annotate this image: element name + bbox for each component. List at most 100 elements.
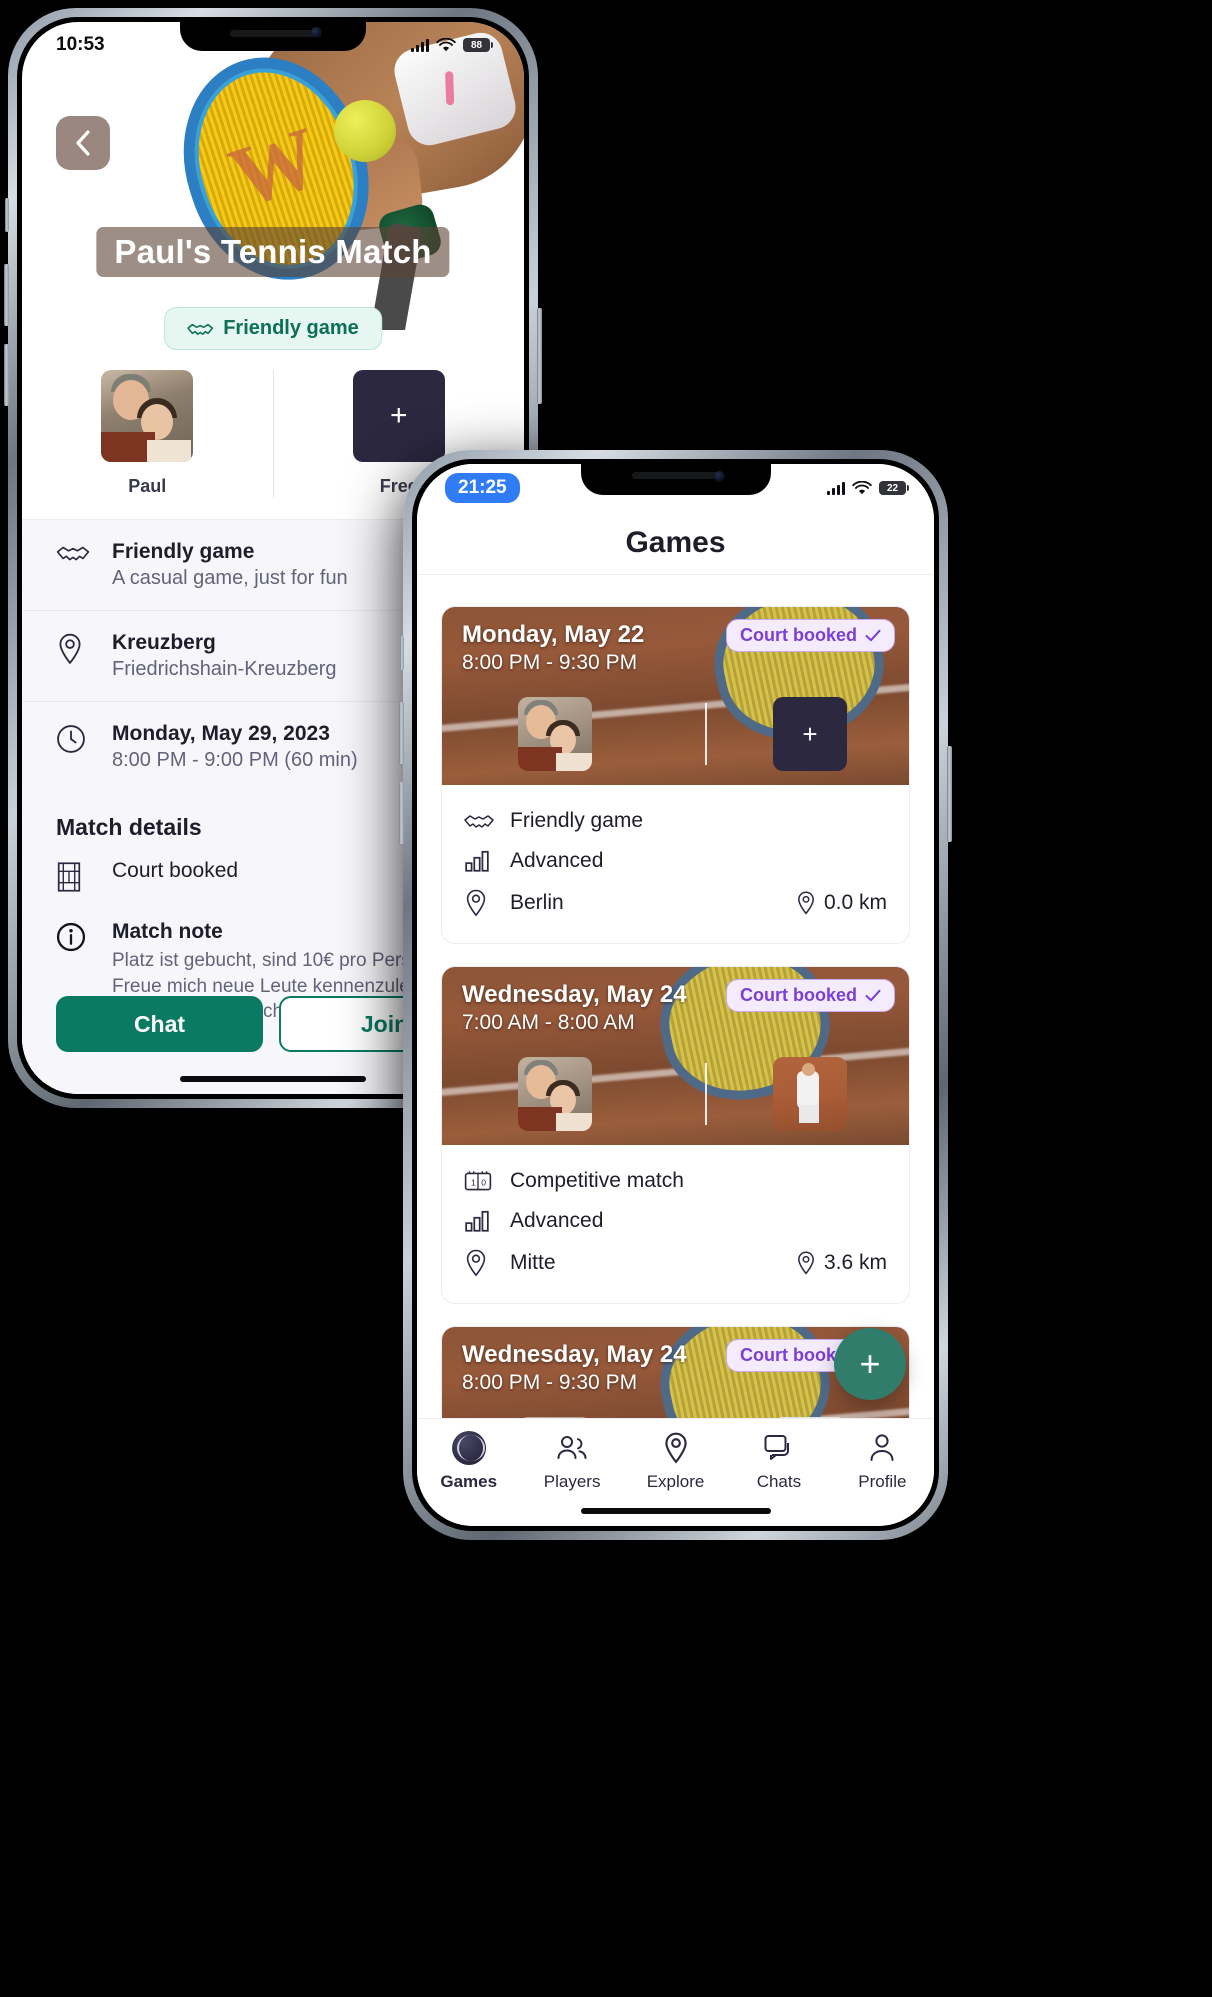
- tab-games[interactable]: Games: [417, 1419, 520, 1504]
- distance-value: 0.0 km: [823, 891, 887, 914]
- meta-location: Berlin 0.0 km: [464, 881, 887, 925]
- game-card-slots: +: [442, 693, 909, 775]
- status-time-pill: 21:25: [445, 473, 520, 503]
- meta-label: Berlin: [510, 891, 564, 914]
- chat-button[interactable]: Chat: [56, 996, 263, 1052]
- avatar: [518, 697, 592, 771]
- svg-text:0: 0: [481, 1177, 486, 1187]
- wifi-icon: [852, 480, 872, 494]
- game-card-body: 1 0 Competitive match Advanced Mitte 3.6…: [442, 1145, 909, 1303]
- clock-icon: [56, 722, 90, 759]
- info-circle-icon: [56, 920, 90, 957]
- info-subtitle: Friedrichshain-Kreuzberg: [112, 658, 337, 680]
- power-button[interactable]: [947, 746, 952, 842]
- court-booked-label: Court booked: [112, 859, 239, 882]
- status-bar-right: 21:25 22: [417, 464, 934, 512]
- tennis-ball: [334, 100, 396, 162]
- game-time: 8:00 PM - 9:30 PM: [462, 1371, 638, 1394]
- game-card[interactable]: Wednesday, May 24 7:00 AM - 8:00 AM Cour…: [441, 966, 910, 1304]
- cellular-bars-icon: [827, 481, 845, 495]
- avatar: [518, 1057, 592, 1131]
- phone-right-games-list: 21:25 22 Games Monday, May 22 8:00 PM - …: [399, 450, 952, 1540]
- volume-up-button[interactable]: [4, 264, 9, 326]
- distance: 0.0 km: [796, 891, 887, 915]
- meta-label: Advanced: [510, 1209, 604, 1232]
- check-icon: [865, 629, 881, 642]
- match-hero-image: W: [22, 22, 524, 344]
- scoreboard-icon: 1 0: [464, 1170, 494, 1192]
- page-title: Paul's Tennis Match: [96, 227, 450, 277]
- game-type-chip[interactable]: Friendly game: [164, 307, 382, 350]
- mute-switch[interactable]: [5, 198, 9, 232]
- meta-label: Competitive match: [510, 1169, 684, 1192]
- home-indicator[interactable]: [580, 1508, 771, 1514]
- person-icon: [865, 1431, 899, 1465]
- badge-label: Court booked: [740, 625, 857, 645]
- map-pin-icon: [798, 891, 814, 915]
- map-pin-icon: [659, 1431, 693, 1465]
- plus-icon: +: [352, 370, 445, 462]
- battery-indicator: 88: [463, 38, 493, 52]
- check-icon: [865, 989, 881, 1002]
- back-button[interactable]: [56, 116, 110, 170]
- map-pin-icon: [798, 1251, 814, 1275]
- handshake-icon: [187, 323, 214, 335]
- game-card-image: Wednesday, May 24 7:00 AM - 8:00 AM Cour…: [442, 967, 909, 1145]
- tennis-ball-icon: [451, 1431, 486, 1465]
- meta-label: Friendly game: [510, 809, 644, 832]
- tab-chats[interactable]: Chats: [727, 1419, 830, 1504]
- info-subtitle: A casual game, just for fun: [112, 567, 348, 589]
- power-button[interactable]: [537, 308, 542, 404]
- home-indicator[interactable]: [180, 1076, 366, 1082]
- volume-up-button[interactable]: [399, 702, 404, 764]
- games-list[interactable]: Monday, May 22 8:00 PM - 9:30 PM Court b…: [417, 592, 934, 1418]
- map-pin-icon: [464, 889, 494, 917]
- screenshot-stage: W 10:53 88 Paul's Tennis Match Friendly …: [0, 0, 1212, 1997]
- svg-text:1: 1: [471, 1177, 476, 1187]
- wifi-icon: [436, 37, 456, 51]
- handshake-icon: [464, 811, 494, 831]
- battery-indicator: 22: [879, 481, 909, 495]
- empty-slot-plus-icon[interactable]: +: [773, 697, 847, 771]
- volume-down-button[interactable]: [399, 782, 404, 844]
- chip-label: Friendly game: [223, 317, 359, 339]
- tab-explore[interactable]: Explore: [624, 1419, 727, 1504]
- phone-right-screen: 21:25 22 Games Monday, May 22 8:00 PM - …: [417, 464, 934, 1526]
- badge-label: Court booked: [740, 985, 857, 1005]
- info-title: Monday, May 29, 2023: [112, 722, 330, 745]
- game-card-body: Friendly game Advanced Berlin 0.0 km: [442, 785, 909, 943]
- bar-chart-icon: [464, 850, 494, 872]
- avatar: [101, 370, 194, 462]
- player-name: Paul: [128, 476, 167, 496]
- map-pin-icon: [464, 1249, 494, 1277]
- plus-icon: +: [859, 1343, 881, 1384]
- mute-switch[interactable]: [400, 636, 404, 670]
- cellular-bars-icon: [411, 38, 429, 52]
- meta-game-type: Friendly game: [464, 801, 887, 841]
- game-time: 8:00 PM - 9:30 PM: [462, 651, 638, 674]
- status-badge: Court booked: [726, 619, 895, 652]
- volume-down-button[interactable]: [4, 344, 9, 406]
- status-bar-left: 10:53 88: [22, 22, 524, 68]
- handshake-icon: [56, 540, 90, 569]
- game-date: Wednesday, May 24: [462, 981, 687, 1008]
- info-title: Friendly game: [112, 540, 255, 563]
- info-title: Kreuzberg: [112, 631, 216, 654]
- status-time: 10:53: [56, 34, 105, 55]
- slot-divider: [705, 1063, 707, 1125]
- distance: 3.6 km: [796, 1251, 887, 1275]
- game-card[interactable]: Monday, May 22 8:00 PM - 9:30 PM Court b…: [441, 606, 910, 944]
- phone-right-bezel: 21:25 22 Games Monday, May 22 8:00 PM - …: [412, 459, 939, 1531]
- game-date: Wednesday, May 24: [462, 1341, 687, 1368]
- create-game-fab[interactable]: +: [834, 1328, 906, 1400]
- game-card-slots: [442, 1053, 909, 1135]
- tab-profile[interactable]: Profile: [831, 1419, 934, 1504]
- player-slot-paul[interactable]: Paul: [22, 370, 273, 497]
- avatar: [773, 1057, 847, 1131]
- map-pin-icon: [56, 631, 90, 670]
- chat-bubbles-icon: [762, 1431, 796, 1465]
- page-title: Games: [625, 526, 726, 559]
- tab-players[interactable]: Players: [520, 1419, 623, 1504]
- meta-game-type: 1 0 Competitive match: [464, 1161, 887, 1201]
- people-icon: [555, 1431, 589, 1465]
